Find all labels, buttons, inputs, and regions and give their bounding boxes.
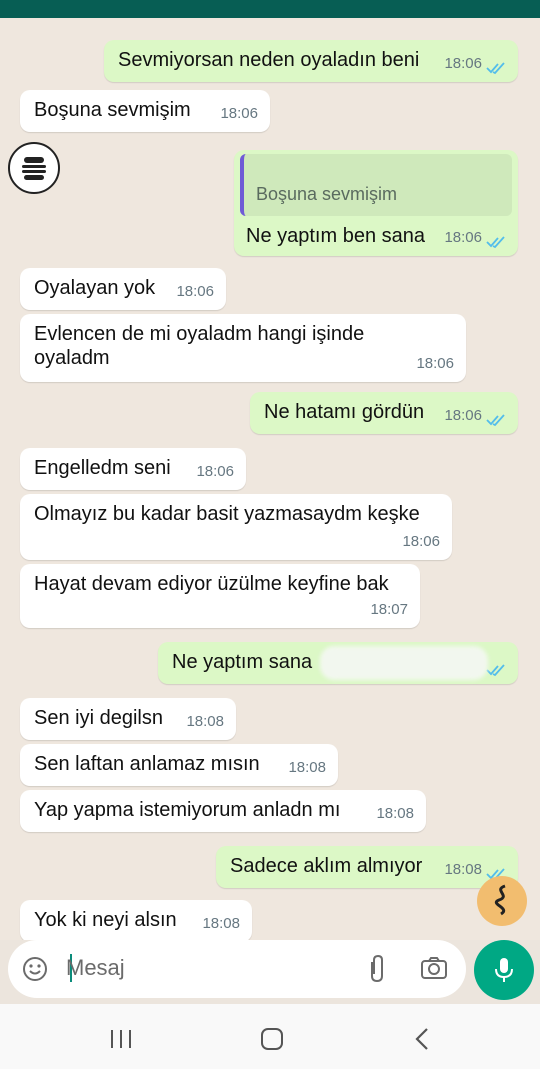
emoji-icon[interactable] [22,956,48,982]
message-text: Ne yaptım ben sana [246,225,425,247]
quoted-sender-name [256,160,500,182]
message-bubble-outgoing[interactable]: Ne hatamı gördün 18:06 [250,392,518,434]
chat-header-edge [0,0,540,18]
message-text: Oyalayan yok [34,277,156,299]
message-time: 18:06 [220,105,258,122]
message-input-bar[interactable]: Mesaj [8,940,466,998]
message-bubble-outgoing[interactable]: Boşuna sevmişim Ne yaptım ben sana 18:06 [234,150,518,256]
redaction-blur [320,646,488,680]
camera-icon[interactable] [420,956,448,980]
message-bubble-incoming[interactable]: Yok ki neyi alsın 18:08 [20,900,252,940]
message-time: 18:08 [202,915,240,932]
message-time: 18:06 [444,229,482,246]
message-text: Hayat devam ediyor üzülme keyfine bak [34,573,389,595]
message-text: Yap yapma istemiyorum anladn mı [34,799,341,821]
message-bubble-outgoing[interactable]: Sadece aklım almıyor 18:08 [216,846,518,888]
message-time: 18:06 [402,533,440,550]
microphone-button[interactable] [474,940,534,1000]
message-text: Sen iyi degilsn [34,707,163,729]
double-check-icon [486,236,505,249]
message-text: Sevmiyorsan neden oyaladın beni [118,49,420,71]
message-time: 18:06 [416,355,454,372]
message-bubble-incoming[interactable]: Olmayız bu kadar basit yazmasaydm keşke … [20,494,452,560]
message-bubble-incoming[interactable]: Hayat devam ediyor üzülme keyfine bak 18… [20,564,420,628]
message-time: 18:06 [176,283,214,300]
message-time: 18:08 [186,713,224,730]
message-input[interactable]: Mesaj [66,955,125,981]
double-check-icon [486,62,505,75]
message-time: 18:08 [288,759,326,776]
system-nav-bar [0,1004,540,1069]
message-text: Evlencen de mi oyaladm hangi işinde oyal… [34,323,365,369]
message-text: Engelledm seni [34,457,171,479]
spring-icon [495,884,506,916]
message-text: Olmayız bu kadar basit yazmasaydm keşke [34,503,420,525]
quoted-text: Boşuna sevmişim [256,184,398,204]
home-icon[interactable] [259,1026,285,1052]
message-bubble-outgoing[interactable]: Sevmiyorsan neden oyaladın beni 18:06 [104,40,518,82]
floating-emoji-icon[interactable] [477,876,527,926]
message-time: 18:06 [444,55,482,72]
message-time: 18:06 [444,407,482,424]
back-icon[interactable] [412,1026,432,1052]
message-bubble-incoming[interactable]: Sen iyi degilsn 18:08 [20,698,236,740]
message-time: 18:06 [196,463,234,480]
burger-icon [22,157,46,180]
message-text: Sadece aklım almıyor [230,855,423,877]
message-time: 18:08 [376,805,414,822]
paperclip-icon[interactable] [366,954,388,984]
message-bubble-incoming[interactable]: Sen laftan anlamaz mısın 18:08 [20,744,338,786]
message-text: Sen laftan anlamaz mısın [34,753,260,775]
message-time: 18:07 [370,601,408,618]
chat-area[interactable]: Sevmiyorsan neden oyaladın beni 18:06 Bo… [0,18,540,940]
message-bubble-incoming[interactable]: Yap yapma istemiyorum anladn mı 18:08 [20,790,426,832]
message-text: Boşuna sevmişim [34,99,191,121]
message-bubble-incoming[interactable]: Boşuna sevmişim 18:06 [20,90,270,132]
message-bubble-incoming[interactable]: Evlencen de mi oyaladm hangi işinde oyal… [20,314,466,382]
burger-sticker-icon[interactable] [8,142,60,194]
message-bubble-incoming[interactable]: Engelledm seni 18:06 [20,448,246,490]
message-bubble-incoming[interactable]: Oyalayan yok 18:06 [20,268,226,310]
double-check-icon [486,414,505,427]
quoted-message[interactable]: Boşuna sevmişim [240,154,512,216]
recent-apps-icon[interactable] [108,1028,134,1050]
message-text: Ne hatamı gördün [264,401,425,423]
microphone-icon [495,958,513,982]
message-text: Yok ki neyi alsın [34,909,177,931]
double-check-icon [486,664,505,677]
message-text: Ne yaptım sana [172,651,313,673]
